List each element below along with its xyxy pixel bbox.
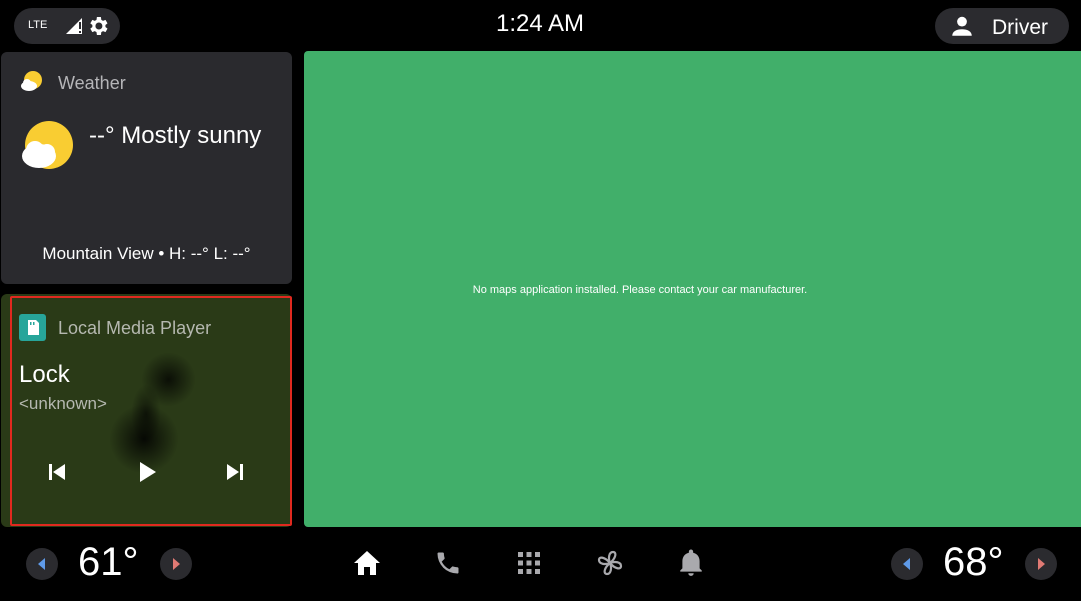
- partly-sunny-icon: [19, 69, 45, 100]
- skip-previous-icon: [49, 464, 65, 480]
- skip-next-icon: [227, 464, 243, 480]
- left-temp-down-button[interactable]: [26, 548, 58, 580]
- user-profile-button[interactable]: Driver: [935, 8, 1069, 44]
- right-temp-up-button[interactable]: [1025, 548, 1057, 580]
- network-type-label: LTE: [28, 19, 48, 31]
- person-icon: [949, 13, 975, 44]
- play-icon: [140, 462, 156, 482]
- notifications-button[interactable]: [674, 546, 708, 580]
- app-grid-icon: [518, 552, 540, 574]
- phone-button[interactable]: [431, 546, 465, 580]
- skip-next-button[interactable]: [217, 457, 253, 487]
- media-card[interactable]: Local Media Player Lock <unknown>: [1, 294, 292, 527]
- arrow-left-icon: [38, 558, 45, 570]
- album-art-blur-middle: [131, 384, 161, 444]
- media-app-title: Local Media Player: [58, 318, 212, 338]
- home-icon: [354, 551, 380, 575]
- track-artist: <unknown>: [19, 394, 107, 413]
- sd-card-icon: [19, 314, 46, 341]
- right-temp-down-button[interactable]: [891, 548, 923, 580]
- home-button[interactable]: [350, 546, 384, 580]
- skip-previous-button[interactable]: [39, 457, 75, 487]
- status-pill[interactable]: LTE: [14, 8, 120, 44]
- arrow-left-icon: [903, 558, 910, 570]
- track-title: Lock: [19, 361, 70, 388]
- map-message: No maps application installed. Please co…: [472, 284, 808, 296]
- bell-icon: [680, 549, 702, 576]
- gear-icon[interactable]: [86, 14, 110, 43]
- weather-condition-icon: [21, 120, 75, 179]
- arrow-right-icon: [173, 558, 180, 570]
- left-temp-value: 61°: [78, 540, 139, 584]
- map-area[interactable]: No maps application installed. Please co…: [304, 51, 1081, 527]
- weather-card[interactable]: Weather --° Mostly sunny Mountain View •…: [1, 52, 292, 284]
- app-grid-button[interactable]: [512, 546, 546, 580]
- left-temp-up-button[interactable]: [160, 548, 192, 580]
- hvac-button[interactable]: [593, 546, 627, 580]
- left-climate-control: 61°: [26, 540, 196, 584]
- fan-icon: [597, 550, 623, 576]
- right-climate-control: 68°: [891, 540, 1061, 584]
- user-label: Driver: [992, 16, 1048, 39]
- clock: 1:24 AM: [495, 10, 585, 37]
- arrow-right-icon: [1038, 558, 1045, 570]
- play-button[interactable]: [129, 457, 165, 487]
- weather-condition: --° Mostly sunny: [89, 122, 262, 149]
- signal-icon: [64, 16, 84, 41]
- weather-title: Weather: [58, 73, 126, 93]
- phone-icon: [437, 552, 459, 574]
- weather-location: Mountain View • H: --° L: --°: [42, 244, 251, 263]
- right-temp-value: 68°: [943, 540, 1004, 584]
